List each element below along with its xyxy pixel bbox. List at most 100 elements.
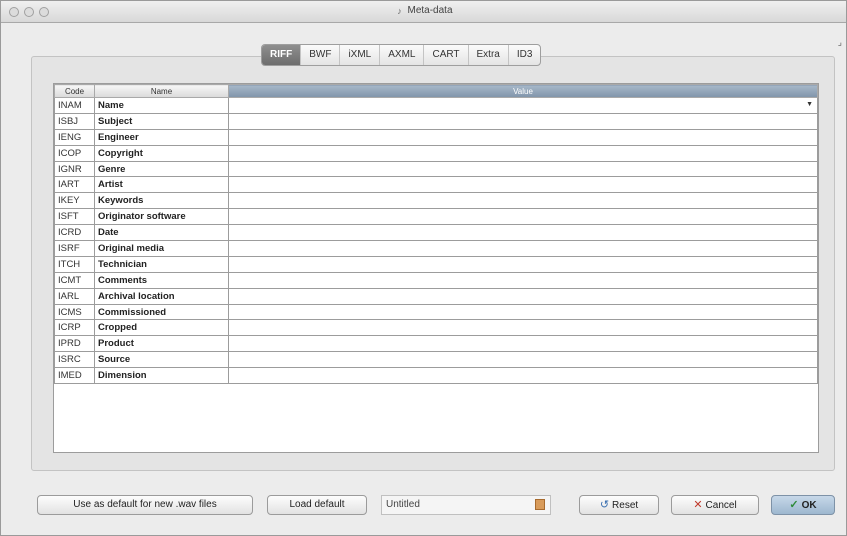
table-row: INAM Name ▼: [54, 97, 818, 114]
table-row: ITCH Technician: [54, 255, 818, 273]
cancel-icon: ✕: [693, 499, 703, 511]
preset-icon[interactable]: [535, 499, 545, 510]
table-row: ICMT Comments: [54, 271, 818, 289]
value-cell[interactable]: [228, 287, 818, 305]
tab-axml[interactable]: AXML: [380, 45, 425, 65]
reset-label: Reset: [612, 500, 639, 511]
value-cell[interactable]: [228, 144, 818, 162]
cancel-button[interactable]: ✕ Cancel: [671, 495, 759, 515]
name-cell: Product: [94, 335, 229, 353]
code-cell: IENG: [54, 128, 95, 146]
name-cell: Subject: [94, 112, 229, 130]
table-row: IGNR Genre: [54, 160, 818, 178]
value-cell[interactable]: [228, 128, 818, 146]
ok-label: OK: [801, 500, 817, 511]
table-row: IARL Archival location: [54, 287, 818, 305]
tab-cart[interactable]: CART: [424, 45, 469, 65]
table-row: ICRD Date: [54, 224, 818, 242]
table-row: ISFT Originator software: [54, 208, 818, 226]
ok-button[interactable]: ✓ OK: [771, 495, 835, 515]
name-cell: Dimension: [94, 367, 229, 385]
name-cell: Keywords: [94, 192, 229, 210]
code-cell: ICOP: [54, 144, 95, 162]
name-cell: Comments: [94, 271, 229, 289]
value-cell[interactable]: [228, 303, 818, 321]
metadata-table-container[interactable]: Code Name Value INAM Name ▼ ISBJ Subject IE…: [53, 83, 819, 453]
table-row: IENG Engineer: [54, 128, 818, 146]
value-cell[interactable]: [228, 176, 818, 194]
table-row: ICMS Commissioned: [54, 303, 818, 321]
tab-riff[interactable]: RIFF: [262, 45, 302, 65]
name-cell: Artist: [94, 176, 229, 194]
value-cell[interactable]: [228, 224, 818, 242]
table-row: IART Artist: [54, 176, 818, 194]
reset-button[interactable]: ↺ Reset: [579, 495, 659, 515]
name-cell: Source: [94, 351, 229, 369]
code-cell: ICMT: [54, 271, 95, 289]
metadata-window: ♪ Meta-data ⌟ RIFF BWF iXML AXML CART Ext…: [0, 0, 847, 536]
name-cell: Cropped: [94, 319, 229, 337]
column-header-name[interactable]: Name: [94, 84, 229, 98]
table-row: ISRC Source: [54, 351, 818, 369]
value-cell[interactable]: ▼: [228, 97, 818, 114]
value-cell[interactable]: [228, 319, 818, 337]
name-cell: Engineer: [94, 128, 229, 146]
metadata-tabs: RIFF BWF iXML AXML CART Extra ID3: [261, 44, 542, 66]
name-cell: Copyright: [94, 144, 229, 162]
name-cell: Archival location: [94, 287, 229, 305]
document-icon: ♪: [397, 6, 402, 16]
value-cell[interactable]: [228, 160, 818, 178]
load-default-button[interactable]: Load default: [267, 495, 367, 515]
name-cell: Commissioned: [94, 303, 229, 321]
column-header-code[interactable]: Code: [54, 84, 95, 98]
code-cell: ITCH: [54, 255, 95, 273]
table-row: IMED Dimension: [54, 367, 818, 385]
code-cell: ICRD: [54, 224, 95, 242]
value-cell[interactable]: [228, 351, 818, 369]
preset-name-text[interactable]: Untitled: [386, 499, 420, 510]
value-cell[interactable]: [228, 255, 818, 273]
name-cell: Genre: [94, 160, 229, 178]
code-cell: IGNR: [54, 160, 95, 178]
code-cell: ICMS: [54, 303, 95, 321]
table-row: ICOP Copyright: [54, 144, 818, 162]
value-cell[interactable]: [228, 192, 818, 210]
table-row: ISBJ Subject: [54, 112, 818, 130]
name-cell: Originator software: [94, 208, 229, 226]
table-row: ISRF Original media: [54, 240, 818, 257]
tab-bwf[interactable]: BWF: [301, 45, 341, 65]
reset-icon: ↺: [599, 499, 610, 511]
code-cell: IPRD: [54, 335, 95, 353]
name-cell: Original media: [94, 240, 229, 257]
value-cell[interactable]: [228, 112, 818, 130]
use-as-default-button[interactable]: Use as default for new .wav files: [37, 495, 253, 515]
name-cell: Name: [94, 97, 229, 114]
table-row: IPRD Product: [54, 335, 818, 353]
preset-name-field[interactable]: Untitled: [381, 495, 551, 515]
code-cell: ISBJ: [54, 112, 95, 130]
code-cell: INAM: [54, 97, 95, 114]
window-title: ♪ Meta-data: [1, 5, 846, 16]
value-cell[interactable]: [228, 367, 818, 385]
value-cell[interactable]: [228, 240, 818, 257]
value-cell[interactable]: [228, 335, 818, 353]
tab-ixml[interactable]: iXML: [340, 45, 381, 65]
metadata-table: Code Name Value INAM Name ▼ ISBJ Subject IE…: [54, 84, 818, 385]
table-row: ICRP Cropped: [54, 319, 818, 337]
value-cell[interactable]: [228, 271, 818, 289]
resize-handle-icon[interactable]: ⌟: [838, 37, 842, 48]
name-cell: Technician: [94, 255, 229, 273]
value-cell[interactable]: [228, 208, 818, 226]
table-row: IKEY Keywords: [54, 192, 818, 210]
dropdown-arrow-icon[interactable]: ▼: [806, 98, 813, 112]
title-bar[interactable]: ♪ Meta-data: [1, 1, 846, 23]
name-cell: Date: [94, 224, 229, 242]
code-cell: IARL: [54, 287, 95, 305]
code-cell: ISFT: [54, 208, 95, 226]
checkmark-icon: ✓: [789, 499, 799, 511]
code-cell: ICRP: [54, 319, 95, 337]
tab-extra[interactable]: Extra: [469, 45, 509, 65]
code-cell: IART: [54, 176, 95, 194]
column-header-value[interactable]: Value: [228, 84, 818, 98]
tab-id3[interactable]: ID3: [509, 45, 541, 65]
